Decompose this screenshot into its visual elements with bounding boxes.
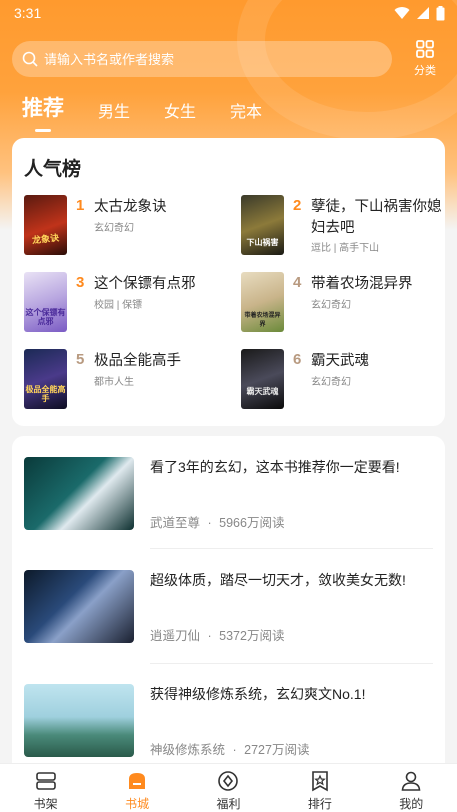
book-cover: 下山祸害 [241, 195, 284, 255]
feed-title: 看了3年的玄幻，这本书推荐你一定要看! [150, 459, 400, 475]
book-title: 孽徒，下山祸害你媳妇去吧 [311, 199, 442, 236]
feed-image [24, 457, 134, 530]
search-box[interactable] [12, 41, 392, 77]
welfare-icon [218, 771, 239, 791]
feed-meta: 逍遥刀仙 · 5372万阅读 [150, 629, 285, 643]
ranking-item[interactable]: 这个保镖有点邪 3 这个保镖有点邪 校园 | 保镖 [24, 272, 224, 334]
ranking-card: 人气榜 龙象诀 1 太古龙象诀 玄幻奇幻 下山祸害 2 孽徒，下山祸害你媳妇去吧… [12, 138, 445, 426]
category-label: 分类 [414, 65, 436, 77]
book-title: 带着农场混异界 [311, 276, 413, 292]
book-tags: 玄幻奇幻 [94, 223, 134, 234]
wifi-icon [394, 7, 410, 20]
book-tags: 逗比 | 高手下山 [311, 243, 380, 254]
nav-profile[interactable]: 我的 [381, 764, 441, 812]
ranking-title: 人气榜 [24, 159, 82, 180]
book-tags: 玄幻奇幻 [311, 377, 351, 388]
tab-completed[interactable]: 完本 [230, 98, 262, 128]
ranking-item[interactable]: 带着农场混异界 4 带着农场混异界 玄幻奇幻 [241, 272, 441, 334]
signal-icon [417, 7, 429, 19]
nav-welfare[interactable]: 福利 [198, 764, 258, 812]
book-title: 太古龙象诀 [94, 199, 167, 215]
nav-bookshelf[interactable]: 书架 [16, 764, 76, 812]
category-button[interactable]: 分类 [405, 39, 445, 79]
feed-meta: 武道至尊 · 5966万阅读 [150, 516, 285, 530]
feed-item[interactable]: 看了3年的玄幻，这本书推荐你一定要看! 武道至尊 · 5966万阅读 [24, 457, 433, 557]
book-cover: 极品全能高手 [24, 349, 67, 409]
bottom-nav: 书架 书城 福利 排行 我的 [0, 763, 457, 812]
ranking-item[interactable]: 龙象诀 1 太古龙象诀 玄幻奇幻 [24, 195, 224, 257]
book-cover: 带着农场混异界 [241, 272, 284, 332]
book-tags: 都市人生 [94, 377, 134, 388]
tab-recommend[interactable]: 推荐 [22, 92, 64, 128]
feed-meta: 神级修炼系统 · 2727万阅读 [150, 743, 310, 757]
book-tags: 校园 | 保镖 [94, 300, 143, 311]
ranking-item[interactable]: 极品全能高手 5 极品全能高手 都市人生 [24, 349, 224, 411]
book-cover: 霸天武魂 [241, 349, 284, 409]
feed-card: 看了3年的玄幻，这本书推荐你一定要看! 武道至尊 · 5966万阅读 超级体质，… [12, 436, 445, 776]
search-input[interactable] [44, 51, 364, 67]
tab-female[interactable]: 女生 [164, 98, 196, 128]
feed-title: 获得神级修炼系统，玄幻爽文No.1! [150, 686, 366, 702]
book-title: 霸天武魂 [311, 353, 369, 369]
ranking-item[interactable]: 下山祸害 2 孽徒，下山祸害你媳妇去吧 逗比 | 高手下山 [241, 195, 442, 257]
book-title: 极品全能高手 [94, 353, 181, 369]
ranking-icon [312, 771, 328, 792]
grid-icon [416, 40, 434, 58]
divider [150, 663, 433, 664]
feed-item[interactable]: 超级体质，踏尽一切天才，敛收美女无数! 逍遥刀仙 · 5372万阅读 [24, 570, 433, 670]
search-row: 分类 [12, 39, 445, 79]
status-time: 3:31 [14, 5, 42, 21]
battery-icon [436, 5, 445, 20]
ranking-item[interactable]: 霸天武魂 6 霸天武魂 玄幻奇幻 [241, 349, 441, 411]
tab-male[interactable]: 男生 [98, 98, 130, 128]
book-cover: 这个保镖有点邪 [24, 272, 67, 332]
feed-image [24, 570, 134, 643]
bookstore-icon [129, 773, 146, 789]
profile-icon [401, 771, 421, 791]
book-tags: 玄幻奇幻 [311, 300, 351, 311]
status-bar: 3:31 [0, 0, 457, 26]
nav-bookstore[interactable]: 书城 [107, 764, 167, 812]
search-icon [22, 51, 38, 67]
bookshelf-icon [35, 772, 56, 790]
book-title: 这个保镖有点邪 [94, 276, 196, 292]
nav-ranking[interactable]: 排行 [290, 764, 350, 812]
divider [150, 548, 433, 549]
feed-title: 超级体质，踏尽一切天才，敛收美女无数! [150, 572, 406, 588]
feed-image [24, 684, 134, 757]
top-tabs: 推荐 男生 女生 完本 [22, 92, 296, 128]
book-cover: 龙象诀 [24, 195, 67, 255]
